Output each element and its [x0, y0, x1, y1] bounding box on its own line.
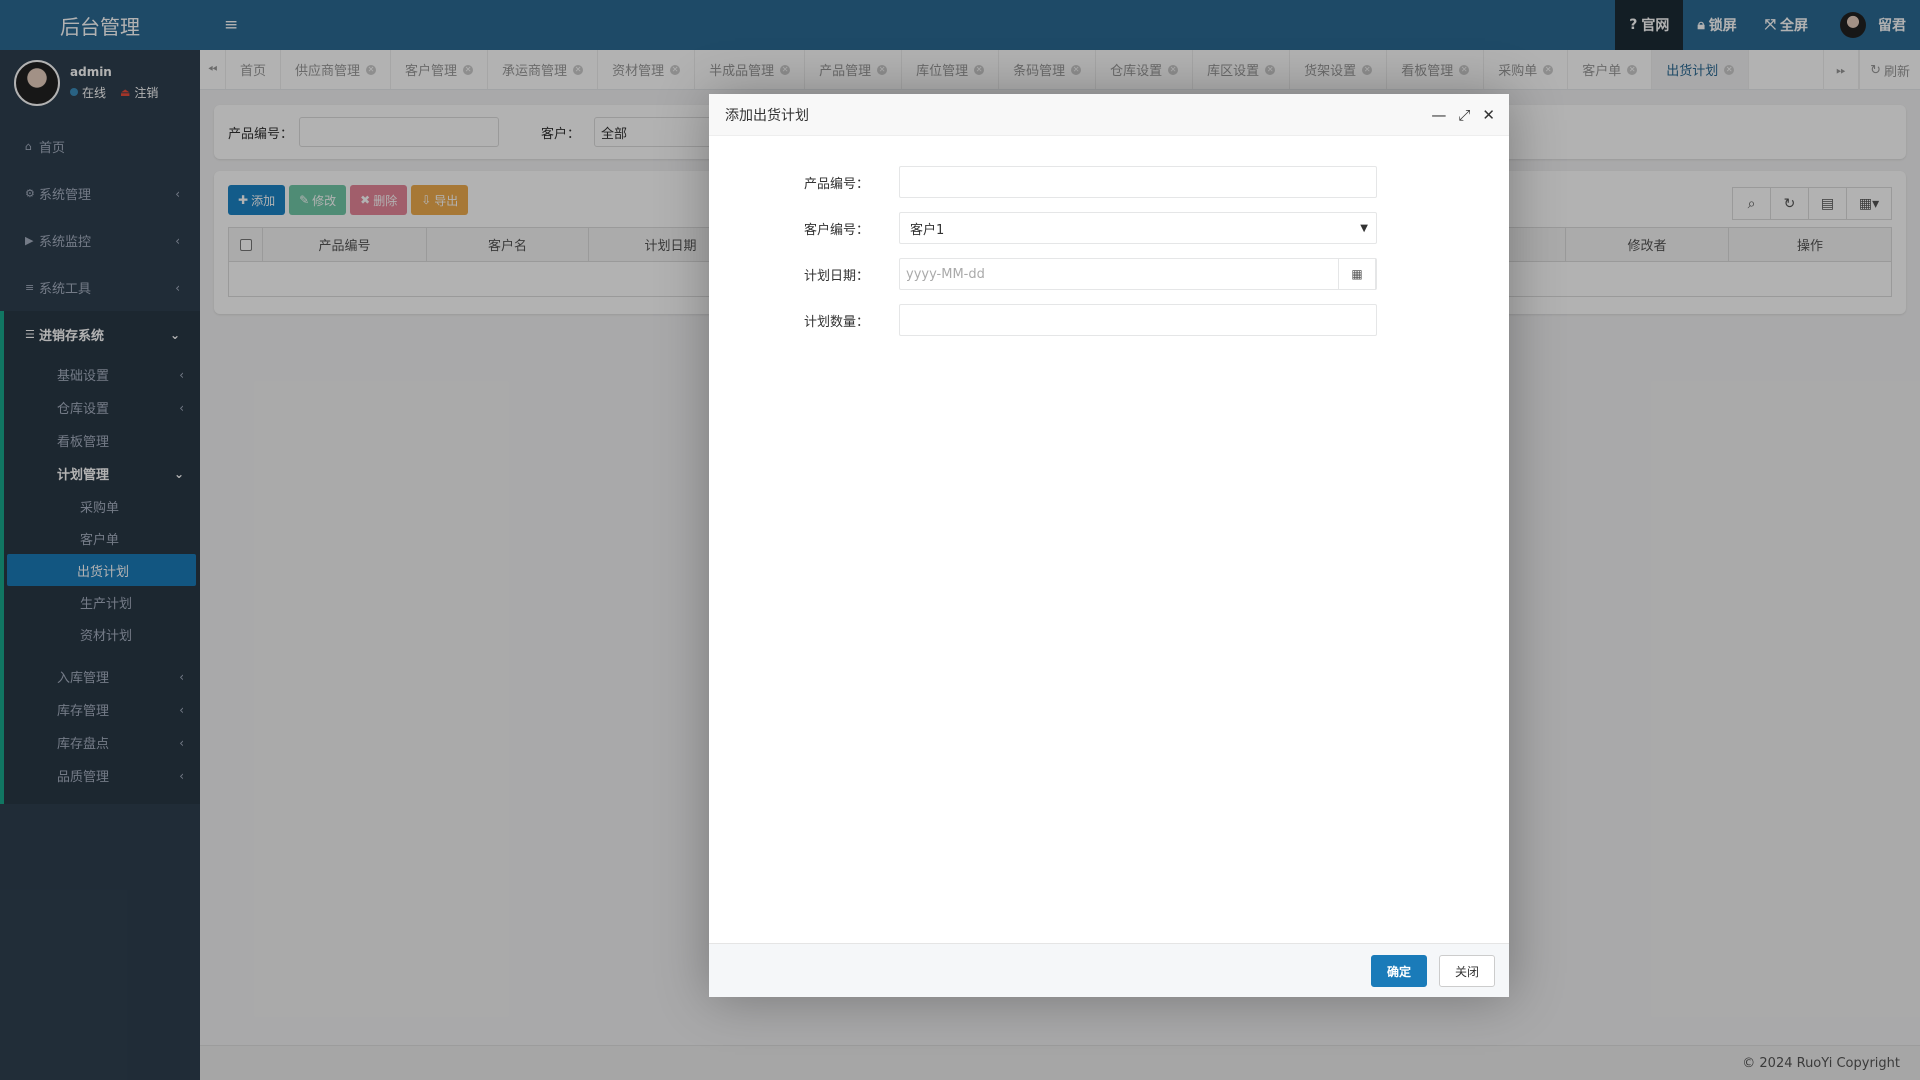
- plan-date-placeholder: yyyy-MM-dd: [906, 266, 985, 282]
- plan-qty-label: 计划数量：: [803, 314, 869, 330]
- dialog-title: 添加出货计划: [725, 107, 809, 124]
- calendar-icon[interactable]: ▦: [1338, 258, 1376, 290]
- plan-date-field[interactable]: yyyy-MM-dd ▦: [899, 258, 1377, 290]
- plan-qty-field[interactable]: [899, 304, 1377, 336]
- chevron-down-icon: ▼: [1360, 222, 1368, 234]
- product-code-label: 产品编号：: [803, 176, 869, 192]
- form-row-product: 产品编号：: [709, 166, 1509, 198]
- close-button[interactable]: 关闭: [1439, 955, 1495, 987]
- close-icon[interactable]: ✕: [1482, 106, 1495, 124]
- minimize-icon[interactable]: —: [1431, 106, 1446, 124]
- dialog-footer: 确定 关闭: [709, 943, 1509, 997]
- customer-code-label: 客户编号：: [803, 222, 869, 238]
- confirm-button[interactable]: 确定: [1371, 955, 1427, 987]
- product-code-field[interactable]: [899, 166, 1377, 198]
- form-row-date: 计划日期： yyyy-MM-dd ▦: [709, 258, 1509, 290]
- dialog-header: 添加出货计划 — ⤢ ✕: [709, 94, 1509, 136]
- customer-code-select[interactable]: 客户1 ▼: [899, 212, 1377, 244]
- add-shipment-plan-dialog: 添加出货计划 — ⤢ ✕ 产品编号： 客户编号： 客户1 ▼ 计划日期： yyy…: [709, 94, 1509, 997]
- customer-code-value: 客户1: [910, 222, 945, 238]
- form-row-customer: 客户编号： 客户1 ▼: [709, 212, 1509, 244]
- plan-date-label: 计划日期：: [803, 268, 869, 284]
- form-row-qty: 计划数量：: [709, 304, 1509, 336]
- maximize-icon[interactable]: ⤢: [1458, 106, 1470, 124]
